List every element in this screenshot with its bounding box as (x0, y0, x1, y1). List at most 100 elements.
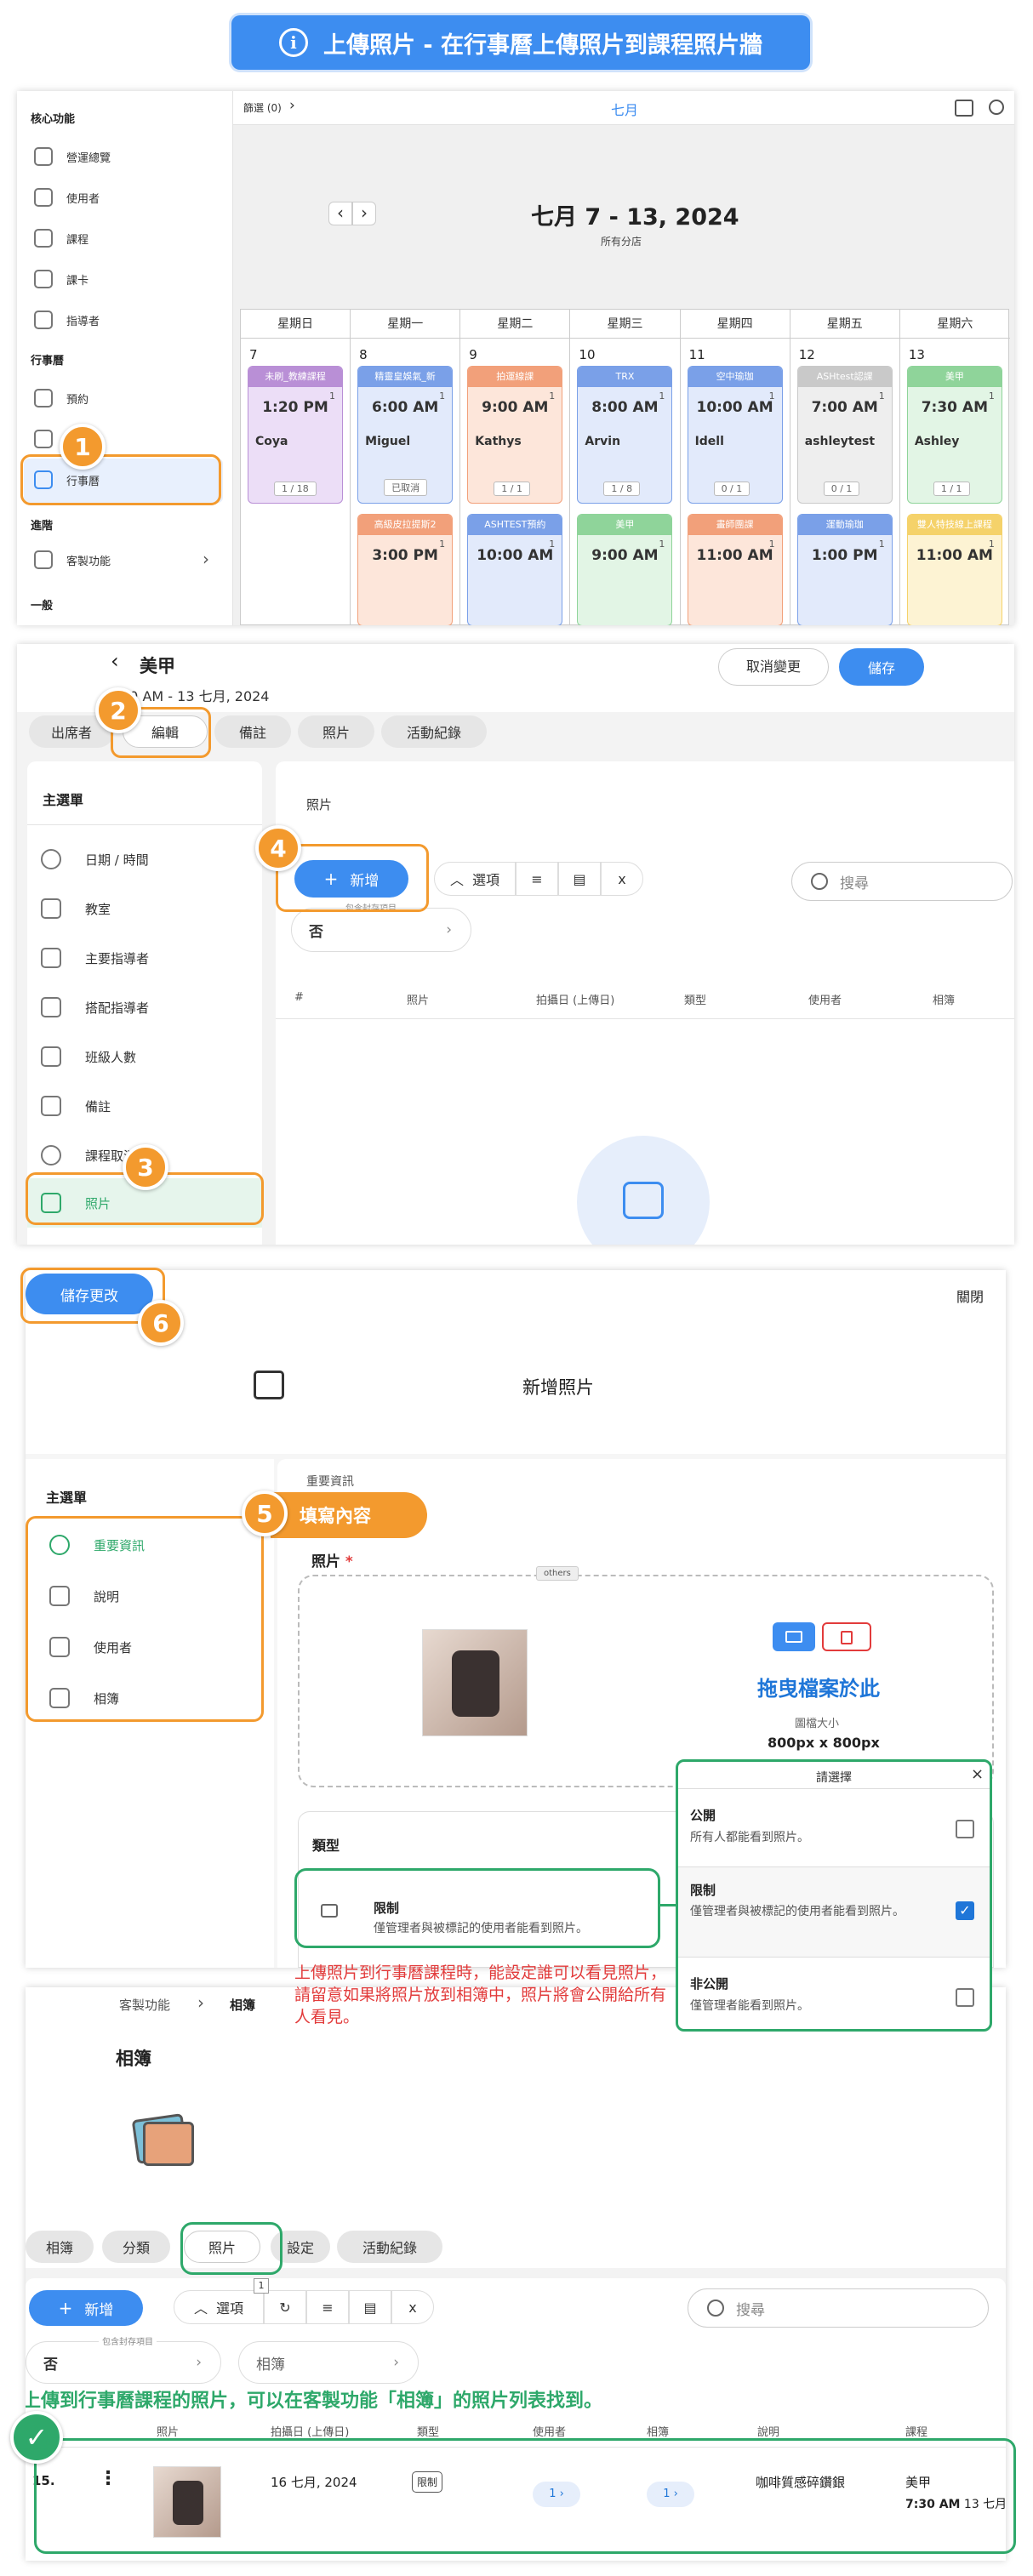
album-tab-activity[interactable]: 活動紀錄 (337, 2231, 442, 2263)
calendar-event[interactable]: 運動瑜珈 1 1:00 PM (796, 514, 893, 625)
close-button[interactable]: 關閉 (956, 1285, 984, 1306)
photos-panel: 照片 + 新增 ︿ 選項 ≡ ▤ x 搜尋 包含封存項目 否 › # 照片 拍攝日 (… (276, 761, 1014, 1245)
visibility-note: 上傳照片到行事曆課程時，能設定誰可以看見照片，請留意如果將照片放到相簿中，照片將… (294, 1963, 667, 2026)
option-public[interactable]: 公開 所有人都能看到照片。 (678, 1791, 990, 1867)
col-album[interactable]: 相簿 (933, 991, 955, 1007)
private-checkbox[interactable] (956, 1988, 974, 2007)
album-col-course[interactable]: 課程 (905, 2423, 927, 2439)
sidebar-item-classes[interactable]: 課程 (34, 229, 88, 248)
menu-item-cancel[interactable]: 課程取消 (41, 1145, 136, 1165)
breadcrumb-custom[interactable]: 客製功能 (119, 1996, 170, 2014)
filter-breadcrumb[interactable]: 篩選 (0) (243, 100, 282, 115)
col-date[interactable]: 拍攝日 (上傳日) (536, 991, 614, 1007)
calendar-event[interactable]: 高級皮拉提斯2 1 3:00 PM (357, 514, 454, 625)
tab-activity[interactable]: 活動紀錄 (381, 715, 487, 748)
menu-item-room[interactable]: 教室 (41, 898, 111, 919)
event-capacity: 1 / 18 (274, 482, 317, 496)
event-title: 拍運線課 (468, 367, 562, 387)
search-icon[interactable] (989, 100, 1004, 115)
sidebar-item-bookings[interactable]: 預約 (34, 389, 88, 407)
calendar-event[interactable]: 精靈皇娛氣_新 1 6:00 AM Miguel 已取消 (357, 366, 454, 504)
picker-close-icon[interactable]: × (971, 1765, 984, 1783)
calendar-event[interactable]: 空中瑜珈 1 10:00 AM Idell 0 / 1 (687, 366, 783, 504)
calendar-event[interactable]: 畫師團課 1 11:00 AM (687, 514, 783, 625)
back-icon[interactable]: ‹ (111, 649, 119, 673)
include-archived-select[interactable]: 否 › (291, 908, 471, 952)
browse-button[interactable] (773, 1622, 815, 1651)
chevron-up-icon: ︿ (449, 872, 464, 888)
modal-menu-heading: 主選單 (46, 1490, 88, 1506)
sidebar-item-custom[interactable]: 客製功能 (34, 550, 111, 569)
save-button[interactable]: 儲存 (839, 648, 924, 686)
album-add-button[interactable]: + 新增 (29, 2290, 143, 2326)
col-type[interactable]: 類型 (684, 991, 706, 1007)
excel-icon[interactable]: x (601, 862, 643, 896)
tab-photos[interactable]: 照片 (298, 715, 374, 748)
calendar-event[interactable]: 美甲 1 9:00 AM (577, 514, 673, 625)
album-col-desc[interactable]: 說明 (757, 2423, 779, 2439)
col-index[interactable]: # (294, 991, 304, 1004)
album-filter-select[interactable]: 相簿 › (238, 2341, 419, 2384)
calendar-event[interactable]: 未刷_教練課程 1 1:20 PM Coya 1 / 18 (248, 366, 343, 504)
breadcrumb-album: 相簿 (230, 1998, 256, 2013)
options-count-badge: 1 (254, 2278, 269, 2294)
restricted-checkbox-checked[interactable]: ✓ (956, 1901, 974, 1920)
sidebar-item-users[interactable]: 使用者 (34, 188, 100, 207)
tab-notes[interactable]: 備註 (214, 715, 291, 748)
cancel-changes-button[interactable]: 取消變更 (718, 648, 829, 686)
photo-dropzone[interactable]: others 拖曳檔案於此 圖檔大小 800px x 800px (298, 1566, 994, 1787)
menu-item-main-instructor[interactable]: 主要指導者 (41, 948, 149, 968)
album-search-input[interactable]: 搜尋 (688, 2288, 989, 2328)
filter-icon[interactable]: ≡ (516, 862, 558, 896)
event-title: 美甲 (578, 515, 672, 535)
refresh-icon[interactable]: ↻ (264, 2290, 306, 2324)
sidebar-item-passes[interactable]: 課卡 (34, 270, 88, 288)
event-instructor: ashleytest (804, 435, 876, 448)
album-col-album[interactable]: 相簿 (647, 2423, 669, 2439)
next-week-button[interactable]: › (352, 202, 376, 225)
export-icon[interactable]: ▤ (349, 2290, 391, 2324)
menu-item-notes[interactable]: 備註 (41, 1096, 111, 1116)
calendar-event[interactable]: 雙人特技線上課程 1 11:00 AM (906, 514, 1002, 625)
prev-week-button[interactable]: ‹ (328, 202, 352, 225)
option-restricted[interactable]: 限制 僅管理者與被標記的使用者能看到照片。 ✓ (678, 1867, 990, 1958)
filter-icon[interactable]: ≡ (306, 2290, 349, 2324)
album-col-date[interactable]: 拍攝日 (上傳日) (271, 2423, 349, 2439)
calendar-view-icon[interactable] (955, 100, 973, 117)
album-include-archived-select[interactable]: 否 › (26, 2341, 221, 2384)
delete-button[interactable] (822, 1622, 871, 1651)
search-input[interactable]: 搜尋 (791, 862, 1013, 901)
calendar-event[interactable]: ASHtest認課 1 7:00 AM ashleytest 0 / 1 (796, 366, 893, 504)
event-title: 畫師團課 (688, 515, 782, 535)
menu-item-capacity[interactable]: 班級人數 (41, 1046, 136, 1067)
col-user[interactable]: 使用者 (808, 991, 842, 1007)
modal-header (26, 1270, 1006, 1454)
export-icon[interactable]: ▤ (558, 862, 601, 896)
sidebar-item-dashboard[interactable]: 營運總覽 (34, 147, 111, 166)
calendar-event[interactable]: 拍運線課 1 9:00 AM Kathys 1 / 1 (467, 366, 563, 504)
event-count: 1 (878, 539, 885, 550)
step-2-badge: 2 (95, 687, 141, 733)
search-icon (811, 873, 828, 890)
excel-icon[interactable]: x (391, 2290, 434, 2324)
album-tab-albums[interactable]: 相簿 (26, 2231, 94, 2263)
album-col-type[interactable]: 類型 (417, 2423, 439, 2439)
menu-item-datetime[interactable]: 日期 / 時間 (41, 849, 149, 869)
date-number: 12 (798, 347, 815, 362)
calendar-event[interactable]: 美甲 1 7:30 AM Ashley 1 / 1 (906, 366, 1002, 504)
sidebar-item-instructors[interactable]: 指導者 (34, 311, 100, 329)
menu-item-assistant[interactable]: 搭配指導者 (41, 997, 149, 1017)
option-private[interactable]: 非公開 僅管理者能看到照片。 (678, 1958, 990, 2029)
month-title[interactable]: 七月 (611, 99, 638, 119)
calendar-event[interactable]: TRX 1 8:00 AM Arvin 1 / 8 (577, 366, 673, 504)
album-col-photo[interactable]: 照片 (157, 2423, 179, 2439)
album-options-button[interactable]: ︿ 選項 (174, 2290, 264, 2324)
calendar-event[interactable]: ASHTEST預約 1 10:00 AM (467, 514, 563, 625)
folder-icon (785, 1631, 802, 1643)
album-tab-categories[interactable]: 分類 (102, 2231, 170, 2263)
public-checkbox[interactable] (956, 1820, 974, 1838)
options-button[interactable]: ︿ 選項 (434, 862, 516, 896)
photo-thumbnail (422, 1629, 528, 1736)
col-photo[interactable]: 照片 (407, 991, 429, 1007)
album-col-user[interactable]: 使用者 (533, 2423, 566, 2439)
